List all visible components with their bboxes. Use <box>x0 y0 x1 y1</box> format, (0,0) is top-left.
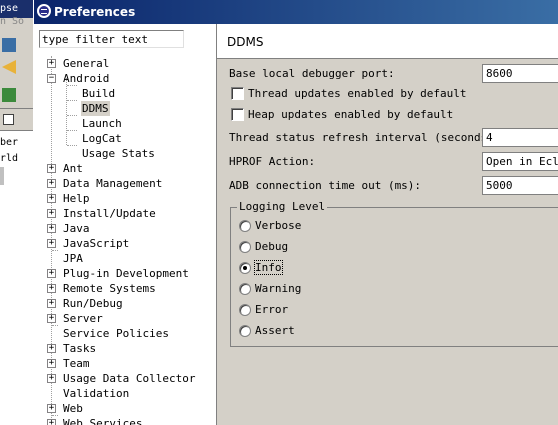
package-icon <box>2 88 16 102</box>
thread-refresh-input[interactable] <box>482 128 558 147</box>
thread-refresh-label: Thread status refresh interval (seconds)… <box>229 131 501 144</box>
tree-item-label: Ant <box>63 162 83 175</box>
info-label: Info <box>254 260 283 275</box>
expand-icon[interactable]: + <box>47 359 56 368</box>
page-title: DDMS <box>227 35 264 49</box>
collapse-icon[interactable]: − <box>47 74 56 83</box>
hprof-action-label: HPROF Action: <box>229 155 316 168</box>
error-radio[interactable] <box>239 304 251 316</box>
expand-icon[interactable]: + <box>47 224 56 233</box>
background-window: pse n So ber rld <box>0 0 33 425</box>
tree-item-label: JavaScript <box>63 237 130 250</box>
expand-icon[interactable]: + <box>47 179 56 188</box>
tree-item-label: JPA <box>63 252 83 265</box>
expand-icon[interactable]: + <box>47 269 56 278</box>
background-selection <box>0 167 4 185</box>
eclipse-icon <box>37 4 51 18</box>
page-header: DDMS <box>217 24 558 59</box>
tree-item-label: Tasks <box>63 342 97 355</box>
debug-label: Debug <box>255 240 289 253</box>
expand-icon[interactable]: + <box>47 194 56 203</box>
tree-item-label: Team <box>63 357 90 370</box>
expand-icon[interactable]: + <box>47 239 56 248</box>
thread-updates-label: Thread updates enabled by default <box>248 87 467 100</box>
tree-item-label: Android <box>63 72 110 85</box>
adb-timeout-label: ADB connection time out (ms): <box>229 179 422 192</box>
preference-page: DDMS Base local debugger port: Thread up… <box>217 24 558 425</box>
expand-icon[interactable]: + <box>47 419 56 425</box>
tree-item-label: Java <box>63 222 90 235</box>
tree-item-label: DDMS <box>81 101 110 116</box>
debugger-port-label: Base local debugger port: <box>229 67 395 80</box>
tree-item-label: Web Services <box>63 417 143 425</box>
tree-connector <box>52 415 58 416</box>
tree-item-label: Install/Update <box>63 207 156 220</box>
tree-connector <box>67 115 77 116</box>
error-label: Error <box>255 303 289 316</box>
toolbar-icon <box>2 38 16 52</box>
tree-connector <box>52 250 58 251</box>
tree-item-label: Service Policies <box>63 327 169 340</box>
heap-updates-checkbox[interactable] <box>231 108 244 121</box>
dialog-titlebar[interactable]: Preferences <box>34 0 558 24</box>
expand-icon[interactable]: + <box>47 59 56 68</box>
tree-connector <box>67 145 77 146</box>
tree-connector <box>66 78 67 145</box>
expand-icon[interactable]: + <box>47 164 56 173</box>
background-row: ber <box>0 137 19 148</box>
info-radio[interactable] <box>239 262 251 274</box>
tree-item-label: Validation <box>63 387 130 400</box>
expand-icon[interactable]: + <box>47 404 56 413</box>
dialog-title: Preferences <box>54 5 136 19</box>
preferences-dialog: Preferences + General − Android <box>33 0 558 425</box>
tree-item-label: Launch <box>82 117 122 130</box>
assert-radio[interactable] <box>239 325 251 337</box>
thread-updates-checkbox[interactable] <box>231 87 244 100</box>
expand-icon[interactable]: + <box>47 209 56 218</box>
tree-connector <box>52 325 58 326</box>
tree-item-label: General <box>63 57 110 70</box>
tree-item-label: Run/Debug <box>63 297 123 310</box>
background-row: rld <box>0 153 19 164</box>
minimize-icon <box>3 114 14 125</box>
background-window-title: pse <box>0 3 19 14</box>
tree-item-label: Server <box>63 312 103 325</box>
tree-item-label: Build <box>82 87 116 100</box>
tree-item-label: Usage Data Collector <box>63 372 196 385</box>
background-window-menu: n So <box>0 16 25 27</box>
tree-connector <box>67 130 77 131</box>
preference-tree-pane: + General − Android Build DDMS Launch Lo… <box>34 24 217 425</box>
warning-label: Warning <box>255 282 302 295</box>
warning-radio[interactable] <box>239 283 251 295</box>
logging-level-title: Logging Level <box>237 200 328 213</box>
verbose-radio[interactable] <box>239 220 251 232</box>
background-pane-header <box>0 109 33 131</box>
tree-connector <box>67 100 77 101</box>
filter-input[interactable] <box>39 30 184 48</box>
expand-icon[interactable]: + <box>47 374 56 383</box>
tree-item-label: Plug-in Development <box>63 267 189 280</box>
expand-icon[interactable]: + <box>47 299 56 308</box>
tree-item-label: Data Management <box>63 177 163 190</box>
debug-radio[interactable] <box>239 241 251 253</box>
assert-label: Assert <box>255 324 295 337</box>
tree-item-label: LogCat <box>82 132 122 145</box>
tree-item-label: Help <box>63 192 90 205</box>
expand-icon[interactable]: + <box>47 344 56 353</box>
back-arrow-icon <box>2 60 16 74</box>
expand-icon[interactable]: + <box>47 314 56 323</box>
debugger-port-input[interactable] <box>482 64 558 83</box>
adb-timeout-input[interactable] <box>482 176 558 195</box>
background-explorer-pane: ber rld <box>0 108 33 425</box>
tree-item-label: Usage Stats <box>82 147 155 160</box>
tree-item-label: Remote Systems <box>63 282 156 295</box>
verbose-label: Verbose <box>255 219 302 232</box>
expand-icon[interactable]: + <box>47 284 56 293</box>
tree-item-label: Web <box>63 402 83 415</box>
hprof-action-select[interactable]: Open in Ecli <box>482 152 558 171</box>
heap-updates-label: Heap updates enabled by default <box>248 108 454 121</box>
